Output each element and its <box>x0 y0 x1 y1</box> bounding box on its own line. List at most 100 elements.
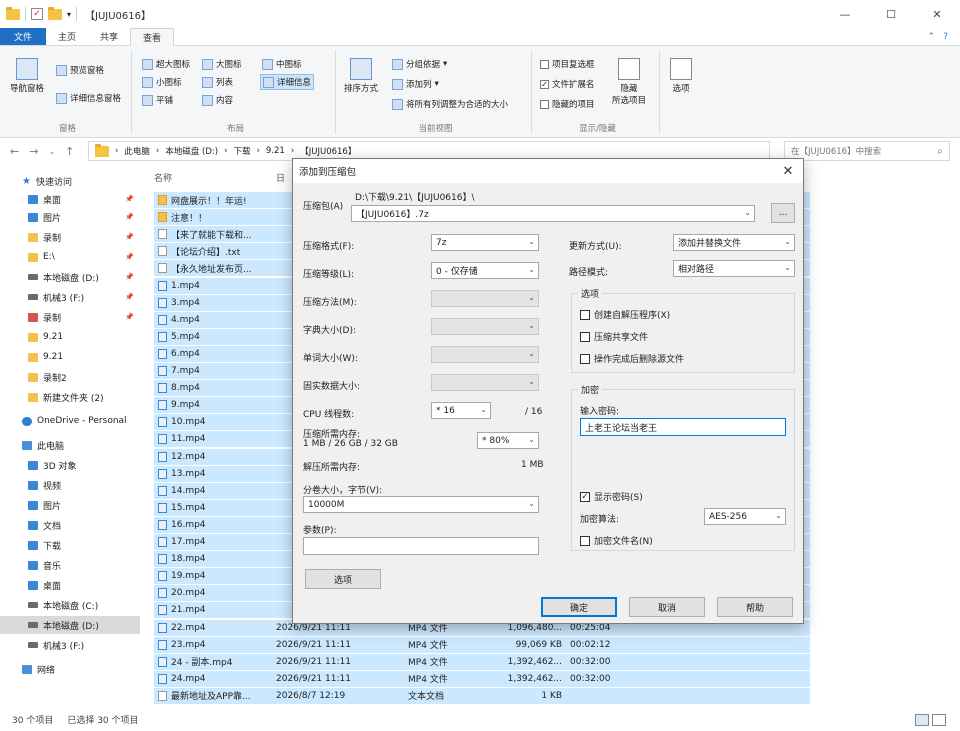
nav-item[interactable]: 图片 <box>0 496 140 514</box>
nav-item[interactable]: OneDrive - Personal <box>0 412 140 430</box>
nav-item[interactable]: 录制 📌 <box>0 308 140 326</box>
video-file-icon <box>158 519 167 530</box>
layout-large-icons[interactable]: 大图标 <box>202 58 242 70</box>
nav-item[interactable]: 视频 <box>0 476 140 494</box>
compress-shared-checkbox[interactable]: 压缩共享文件 <box>580 330 648 343</box>
minimize-button[interactable]: — <box>822 0 868 28</box>
nav-item[interactable]: 桌面 📌 <box>0 190 140 208</box>
cancel-button[interactable]: 取消 <box>629 597 705 617</box>
layout-tiles[interactable]: 平铺 <box>142 94 173 106</box>
back-icon[interactable]: ← <box>10 145 19 158</box>
update-mode-select[interactable]: 添加并替换文件 ⌄ <box>673 234 795 251</box>
encrypt-names-checkbox[interactable]: 加密文件名(N) <box>580 534 653 547</box>
cpu-threads-select[interactable]: * 16 ⌄ <box>431 402 491 419</box>
nav-item[interactable]: 本地磁盘 (C:) <box>0 596 140 614</box>
ok-button[interactable]: 确定 <box>541 597 617 617</box>
recent-dropdown-icon[interactable]: ⌄ <box>48 147 55 158</box>
breadcrumb-this-pc[interactable]: 此电脑 <box>124 145 150 157</box>
maximize-button[interactable]: ☐ <box>868 0 914 28</box>
close-button[interactable]: ✕ <box>914 0 960 28</box>
nav-item[interactable]: 图片 📌 <box>0 208 140 226</box>
file-row[interactable]: 最新地址及APP靠... 2026/8/7 12:19 文本文档 1 KB <box>154 687 810 705</box>
breadcrumb-juju[interactable]: 【JUJU0616】 <box>300 145 356 157</box>
hidden-items-toggle[interactable]: 隐藏的项目 <box>540 98 595 110</box>
nav-item[interactable]: 9.21 <box>0 348 140 366</box>
nav-item[interactable]: 录制2 <box>0 368 140 386</box>
column-header-date[interactable]: 日 <box>276 166 285 188</box>
options-button[interactable]: 选项 <box>305 569 381 589</box>
file-name: 9.mp4 <box>171 400 200 411</box>
encryption-method-select[interactable]: AES-256 ⌄ <box>704 508 786 525</box>
help-button[interactable]: 帮助 <box>717 597 793 617</box>
nav-item[interactable]: 新建文件夹 (2) <box>0 388 140 406</box>
file-row[interactable]: 23.mp4 2026/9/21 11:11 MP4 文件 99,069 KB 00:0… <box>154 636 810 654</box>
layout-details[interactable]: 详细信息 <box>260 74 315 90</box>
layout-small-icons[interactable]: 小图标 <box>142 76 182 88</box>
nav-item[interactable]: ★ 快速访问 <box>0 172 140 190</box>
split-volume-combo[interactable]: 10000M ⌄ <box>303 496 539 513</box>
sort-by-button[interactable]: 排序方式 <box>344 58 378 94</box>
collapse-ribbon-icon[interactable]: ⌃ <box>928 32 936 42</box>
dialog-close-button[interactable]: ✕ <box>773 164 803 179</box>
nav-item[interactable]: 文档 <box>0 516 140 534</box>
tab-file[interactable]: 文件 <box>0 28 47 45</box>
nav-item[interactable]: 此电脑 <box>0 436 140 454</box>
path-mode-select[interactable]: 相对路径 ⌄ <box>673 260 795 277</box>
nav-item[interactable]: 3D 对象 <box>0 456 140 474</box>
format-select[interactable]: 7z ⌄ <box>431 234 539 251</box>
layout-extra-large-icons[interactable]: 超大图标 <box>142 58 190 70</box>
parameters-input[interactable] <box>303 537 539 555</box>
large-icons-toggle-icon[interactable] <box>932 713 946 726</box>
nav-item[interactable]: 9.21 <box>0 328 140 346</box>
password-input[interactable]: 上老王论坛当老王 <box>580 418 786 436</box>
layout-medium-icons[interactable]: 中图标 <box>262 58 302 70</box>
layout-content[interactable]: 内容 <box>202 94 233 106</box>
breadcrumb-downloads[interactable]: 下载 <box>233 145 250 157</box>
forward-icon[interactable]: → <box>29 145 38 158</box>
nav-item[interactable]: 本地磁盘 (D:) 📌 <box>0 268 140 286</box>
properties-icon[interactable]: ✓ <box>31 8 43 20</box>
details-pane-button[interactable]: 详细信息窗格 <box>56 92 121 104</box>
tab-share[interactable]: 共享 <box>88 28 130 45</box>
details-view-toggle-icon[interactable] <box>915 713 929 726</box>
navigation-pane-button[interactable]: 导航窗格 <box>10 58 44 94</box>
nav-item[interactable]: 机械3 (F:) 📌 <box>0 288 140 306</box>
column-header-name[interactable]: 名称 <box>154 166 172 188</box>
add-columns-button[interactable]: 添加列 ▾ <box>392 78 439 90</box>
breadcrumb-drive-d[interactable]: 本地磁盘 (D:) <box>165 145 218 157</box>
file-extensions-toggle[interactable]: ✓ 文件扩展名 <box>540 78 595 90</box>
nav-item[interactable]: 桌面 <box>0 576 140 594</box>
tab-home[interactable]: 主页 <box>46 28 88 45</box>
nav-item[interactable]: E:\ 📌 <box>0 248 140 266</box>
preview-pane-button[interactable]: 预览窗格 <box>56 64 104 76</box>
archive-name-combo[interactable]: 【JUJU0616】.7z ⌄ <box>351 205 755 222</box>
quick-access-dropdown-icon[interactable]: ▾ <box>67 10 71 19</box>
nav-item[interactable]: 音乐 <box>0 556 140 574</box>
layout-list[interactable]: 列表 <box>202 76 233 88</box>
help-icon[interactable]: ? <box>943 32 948 42</box>
file-row[interactable]: 24.mp4 2026/9/21 11:11 MP4 文件 1,392,462... 0… <box>154 670 810 688</box>
search-input[interactable]: 在【JUJU0616】中搜索 ⌕ <box>784 141 950 161</box>
options-button[interactable]: 选项 <box>670 58 692 94</box>
delete-after-checkbox[interactable]: 操作完成后删除源文件 <box>580 352 684 365</box>
file-row[interactable]: 24 - 副本.mp4 2026/9/21 11:11 MP4 文件 1,392,46… <box>154 653 810 671</box>
nav-item[interactable]: 机械3 (F:) <box>0 636 140 654</box>
item-checkboxes-toggle[interactable]: 项目复选框 <box>540 58 595 70</box>
up-icon[interactable]: ↑ <box>65 145 74 158</box>
compress-memory-select[interactable]: * 80% ⌄ <box>477 432 539 449</box>
create-sfx-checkbox[interactable]: 创建自解压程序(X) <box>580 308 670 321</box>
nav-item[interactable]: 下载 <box>0 536 140 554</box>
browse-button[interactable]: ... <box>771 203 795 223</box>
nav-item[interactable]: 网络 <box>0 660 140 678</box>
new-folder-icon[interactable] <box>48 6 62 20</box>
tab-view[interactable]: 查看 <box>130 28 175 46</box>
hide-selected-button[interactable]: 隐藏 所选项目 <box>612 58 646 106</box>
breadcrumb-921[interactable]: 9.21 <box>266 146 285 156</box>
group-by-button[interactable]: 分组依据 ▾ <box>392 58 447 70</box>
show-password-checkbox[interactable]: ✓ 显示密码(S) <box>580 490 643 503</box>
nav-item[interactable]: 本地磁盘 (D:) <box>0 616 140 634</box>
nav-item[interactable]: 录制 📌 <box>0 228 140 246</box>
size-columns-button[interactable]: 将所有列调整为合适的大小 <box>392 98 508 110</box>
hide-selected-icon <box>618 58 640 80</box>
level-select[interactable]: 0 - 仅存储 ⌄ <box>431 262 539 279</box>
